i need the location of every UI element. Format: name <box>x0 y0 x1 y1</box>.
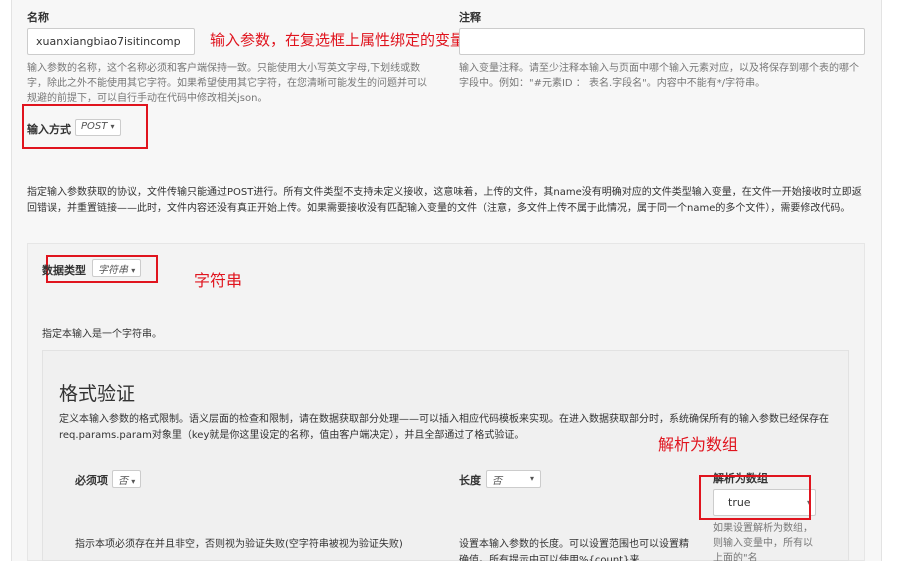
highlight-box <box>699 475 811 520</box>
chevron-down-icon: ▾ <box>131 477 136 486</box>
length-select[interactable]: 否 ▾ <box>486 470 541 488</box>
required-label: 必须项 <box>75 474 108 487</box>
length-value: 否 <box>492 476 502 487</box>
name-annotation: 输入参数，在复选框上属性绑定的变量名 <box>210 31 481 49</box>
data-type-description: 指定本输入是一个字符串。 <box>42 329 162 340</box>
format-validation-title: 格式验证 <box>59 383 136 405</box>
data-type-select[interactable]: 字符串 ▾ <box>92 259 142 277</box>
length-label: 长度 <box>459 474 481 487</box>
input-method-description: 指定输入参数获取的协议，文件传输只能通过POST进行。所有文件类型不支持未定义接… <box>27 187 862 214</box>
length-help: 设置本输入参数的长度。可以设置范围也可以设置精确值。所有提示中可以使用%{cou… <box>459 539 689 561</box>
required-help: 指示本项必须存在并且非空，否则视为验证失败(空字符串被视为验证失败) <box>75 539 403 550</box>
data-type-annotation: 字符串 <box>194 271 243 290</box>
chevron-down-icon: ▾ <box>110 122 115 131</box>
required-value: 否 <box>118 476 128 487</box>
input-method-value: POST <box>81 121 108 132</box>
name-help: 输入参数的名称，这个名称必须和客户端保持一致。只能使用大小写英文字母,下划线或数… <box>27 63 427 104</box>
input-method-label: 输入方式 <box>27 123 71 136</box>
input-method-select[interactable]: POST ▾ <box>75 119 121 136</box>
parse-array-help: 如果设置解析为数组，则输入变量中，所有以上面的"名 <box>713 523 813 561</box>
name-label: 名称 <box>27 11 49 24</box>
comment-label: 注释 <box>459 11 481 24</box>
data-type-label: 数据类型 <box>42 264 86 277</box>
chevron-down-icon: ▾ <box>131 266 136 275</box>
chevron-down-icon: ▾ <box>529 474 534 483</box>
parse-array-annotation: 解析为数组 <box>658 435 739 454</box>
comment-input[interactable] <box>459 28 865 55</box>
name-input[interactable]: xuanxiangbiao7isitincomp <box>27 28 195 55</box>
data-type-value: 字符串 <box>98 265 128 276</box>
required-select[interactable]: 否 ▾ <box>112 470 142 488</box>
comment-help: 输入变量注释。请至少注释本输入与页面中哪个输入元素对应，以及将保存到哪个表的哪个… <box>459 63 859 89</box>
